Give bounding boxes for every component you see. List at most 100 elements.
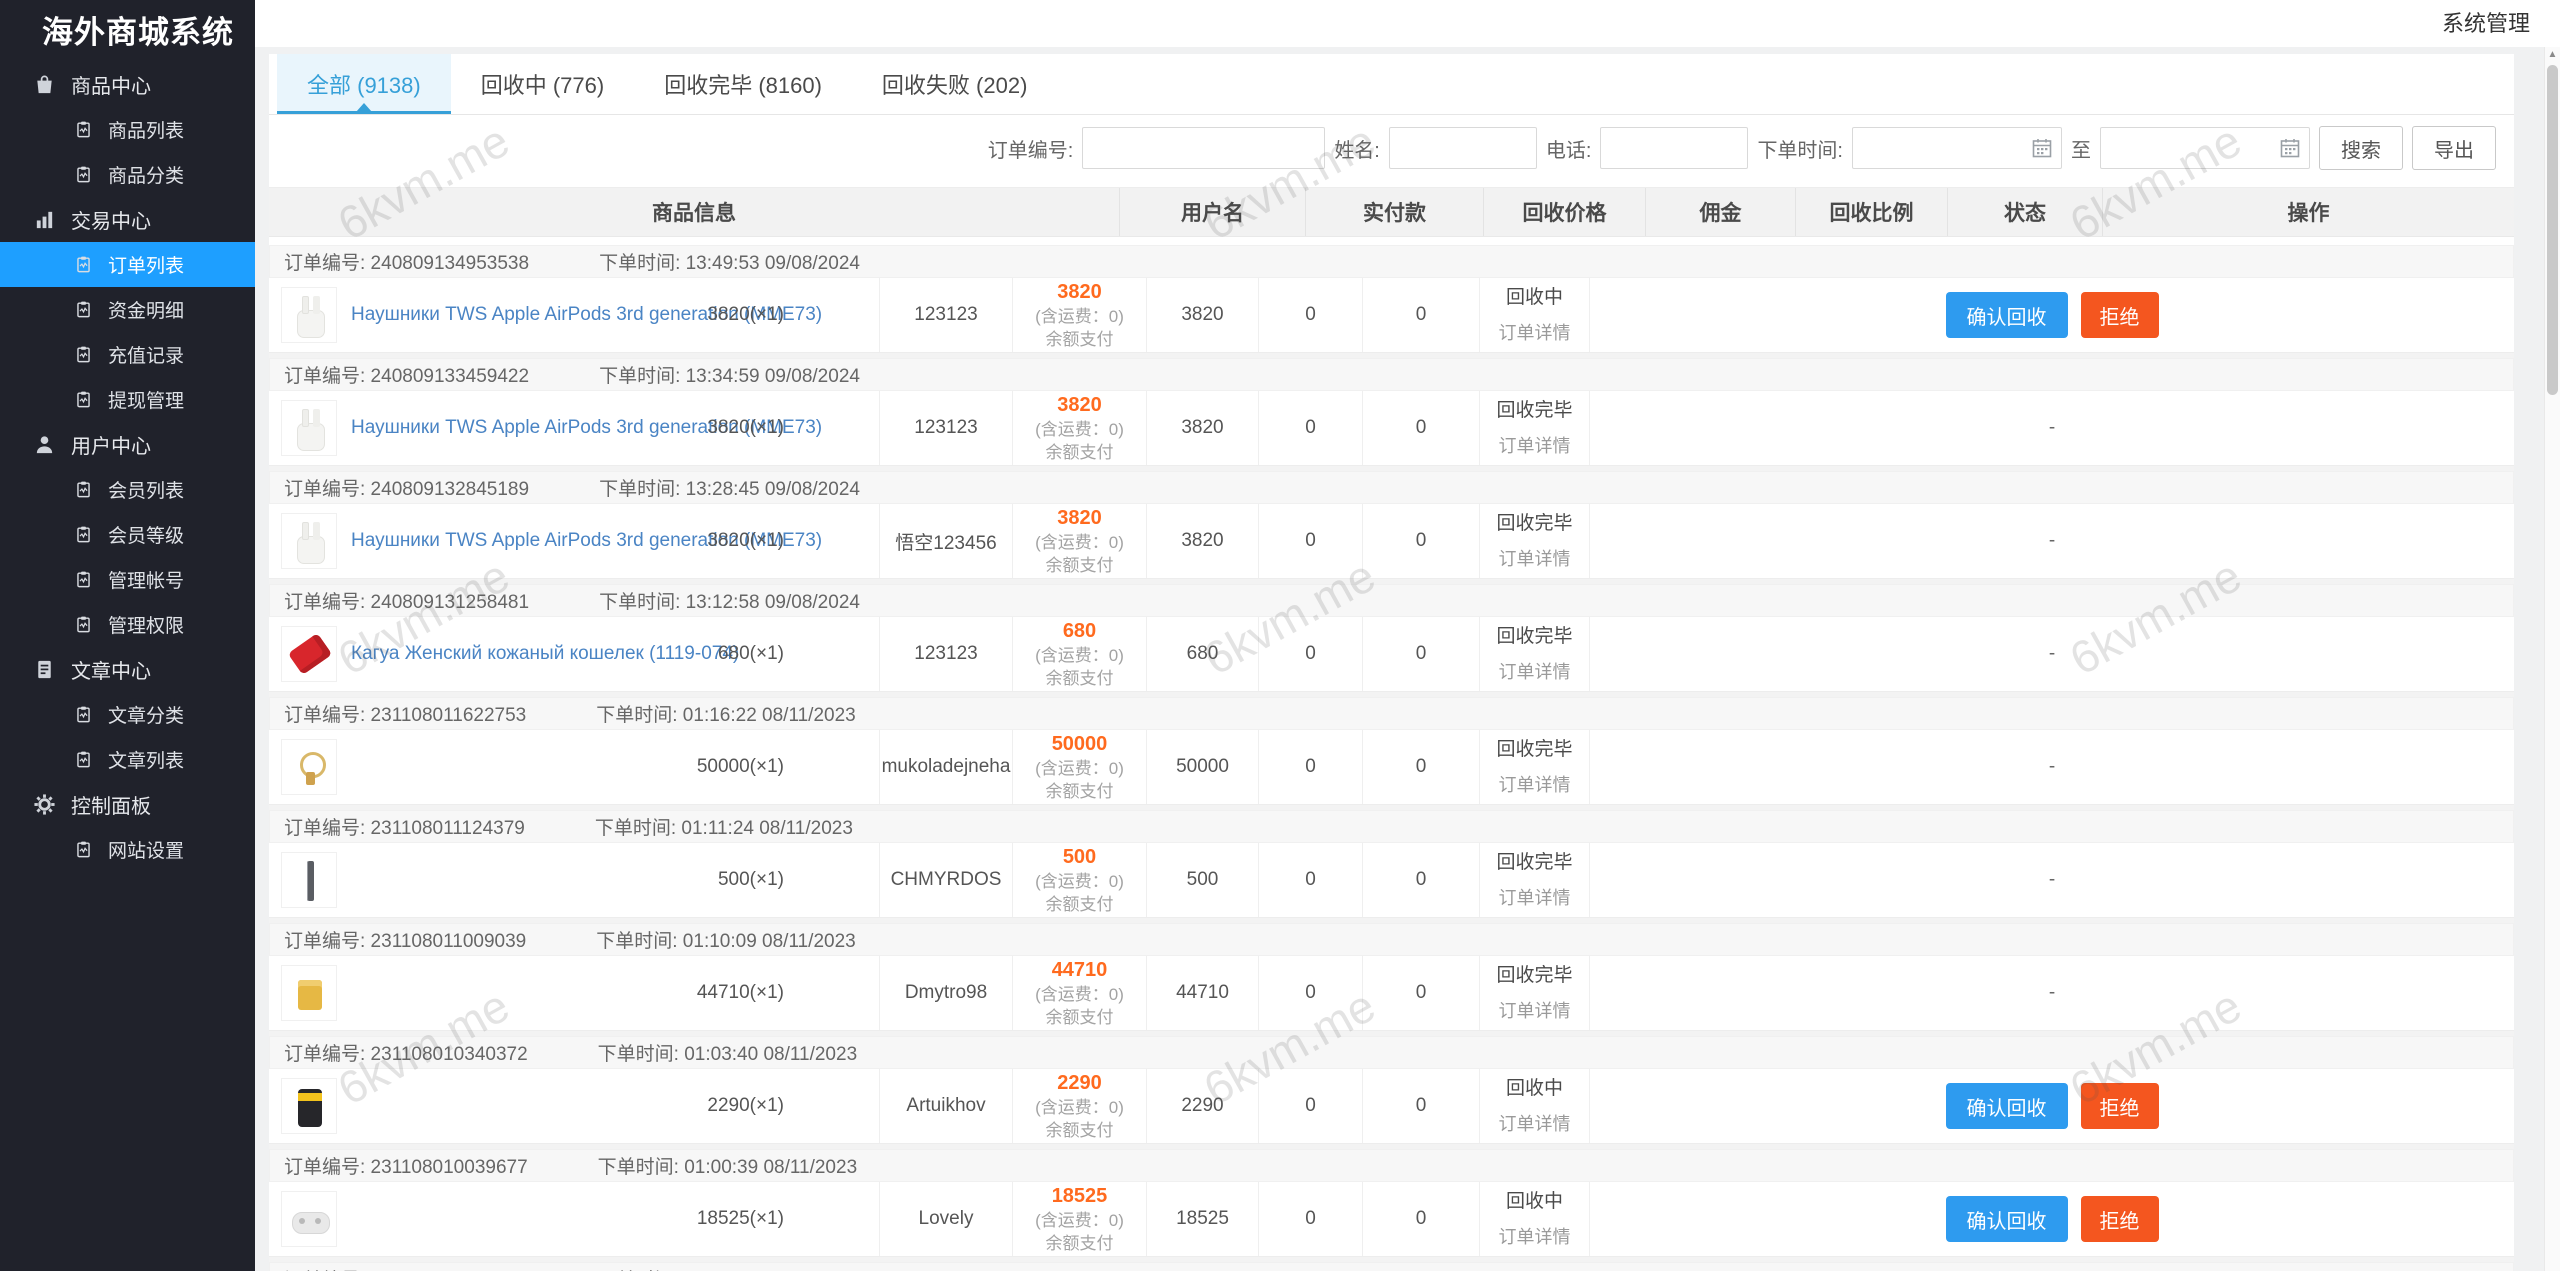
username: 悟空123456 (895, 532, 997, 554)
scroll-up-icon[interactable]: ▲ (2545, 47, 2560, 63)
commission: 0 (1305, 982, 1316, 1003)
product-qty: 680(×1) (717, 643, 784, 664)
sidebar-item-label: 交易中心 (71, 211, 151, 233)
clipboard-icon (71, 480, 95, 499)
scrollbar[interactable]: ▲ (2544, 47, 2560, 1271)
clipboard-icon (71, 300, 95, 319)
sidebar-item-资金明细[interactable]: 资金明细 (0, 287, 255, 332)
sidebar-item-用户中心[interactable]: 用户中心 (0, 422, 255, 467)
product-image (281, 1191, 337, 1247)
reject-button[interactable]: 拒绝 (2080, 292, 2159, 338)
column-header-回收比例: 回收比例 (1796, 188, 1948, 236)
order-strip: 订单编号: 240809132845189 下单时间: 13:28:45 09/0… (269, 471, 2514, 503)
calendar-icon[interactable] (2278, 136, 2302, 160)
sidebar-item-商品中心[interactable]: 商品中心 (0, 62, 255, 107)
sidebar-item-管理帐号[interactable]: 管理帐号 (0, 557, 255, 602)
recycle-ratio: 0 (1415, 417, 1427, 438)
name-input[interactable] (1388, 127, 1537, 169)
order-time: 下单时间: 13:12:58 09/08/2024 (599, 592, 860, 613)
order-no: 订单编号: 231108011009039 (284, 931, 527, 952)
recycle-ratio: 0 (1415, 869, 1427, 890)
confirm-recycle-button[interactable]: 确认回收 (1945, 1196, 2068, 1242)
export-button[interactable]: 导出 (2412, 126, 2496, 170)
order-time: 下单时间: 01:16:22 08/11/2023 (596, 705, 856, 726)
order-no-input[interactable] (1082, 127, 1326, 169)
status-text: 回收中 (1505, 1077, 1563, 1099)
phone-input[interactable] (1600, 127, 1749, 169)
order-detail-link[interactable]: 订单详情 (1499, 1223, 1571, 1249)
pay-method: 余额支付 (1045, 442, 1114, 462)
clipboard-icon (71, 615, 95, 634)
order-row: Наушники TWS Apple AirPods 3rd generatio… (269, 390, 2514, 466)
scroll-thumb[interactable] (2547, 65, 2558, 395)
tab-全部 (9138)[interactable]: 全部 (9138) (277, 54, 451, 114)
recycle-ratio: 0 (1415, 756, 1427, 777)
sidebar-item-交易中心[interactable]: 交易中心 (0, 197, 255, 242)
order-row: 50000(×1) mukoladejneha 50000 (含运费：0) 余额支付 50… (269, 729, 2514, 805)
order-no: 订单编号: 231108010340372 (284, 1044, 528, 1065)
name-label: 姓名: (1334, 139, 1380, 162)
user-icon (32, 433, 56, 456)
app-title: 海外商城系统 (42, 15, 234, 50)
no-action-dash: - (2048, 756, 2056, 777)
search-button[interactable]: 搜索 (2319, 126, 2403, 170)
recycle-price: 680 (1186, 643, 1219, 664)
tab-回收中 (776)[interactable]: 回收中 (776) (451, 54, 634, 114)
recycle-ratio: 0 (1415, 530, 1427, 551)
order-detail-link[interactable]: 订单详情 (1499, 997, 1571, 1023)
username: 123123 (914, 304, 978, 325)
sidebar-item-会员列表[interactable]: 会员列表 (0, 467, 255, 512)
order-time: 下单时间: 01:00:39 08/11/2023 (597, 1157, 858, 1178)
confirm-recycle-button[interactable]: 确认回收 (1945, 292, 2068, 338)
sidebar-item-商品列表[interactable]: 商品列表 (0, 107, 255, 152)
sidebar-item-订单列表[interactable]: 订单列表 (0, 242, 255, 287)
order-row: 2290(×1) Artuikhov 2290 (含运费：0) 余额支付 2290 0 0 回收… (269, 1068, 2514, 1144)
system-admin-menu[interactable]: 系统管理 (2442, 0, 2530, 47)
sidebar-item-文章中心[interactable]: 文章中心 (0, 647, 255, 692)
order-block: 订单编号: 231108005701687 下单时间: 00:57:01 08/1… (269, 1262, 2514, 1271)
column-header-用户名: 用户名 (1120, 188, 1306, 236)
paid-amount: 50000 (1051, 732, 1108, 755)
product-qty: 50000(×1) (696, 756, 784, 777)
order-detail-link[interactable]: 订单详情 (1499, 658, 1571, 684)
sidebar-item-会员等级[interactable]: 会员等级 (0, 512, 255, 557)
order-detail-link[interactable]: 订单详情 (1499, 884, 1571, 910)
sidebar-item-充值记录[interactable]: 充值记录 (0, 332, 255, 377)
sidebar-item-文章分类[interactable]: 文章分类 (0, 692, 255, 737)
product-image (281, 287, 337, 343)
sidebar-item-控制面板[interactable]: 控制面板 (0, 782, 255, 827)
doc-icon (32, 658, 56, 681)
calendar-icon[interactable] (2030, 136, 2054, 160)
tab-回收完毕 (8160)[interactable]: 回收完毕 (8160) (634, 54, 852, 114)
status-text: 回收中 (1505, 286, 1563, 308)
product-image (281, 626, 337, 682)
username: Dmytro98 (904, 982, 988, 1003)
reject-button[interactable]: 拒绝 (2080, 1196, 2159, 1242)
sidebar-item-管理权限[interactable]: 管理权限 (0, 602, 255, 647)
tab-回收失败 (202)[interactable]: 回收失败 (202) (852, 54, 1057, 114)
order-detail-link[interactable]: 订单详情 (1499, 545, 1571, 571)
sidebar-item-商品分类[interactable]: 商品分类 (0, 152, 255, 197)
product-qty: 3820(×1) (707, 530, 784, 551)
order-no: 订单编号: 231108011124379 (284, 818, 525, 839)
order-detail-link[interactable]: 订单详情 (1499, 1110, 1571, 1136)
pay-method: 余额支付 (1045, 329, 1114, 349)
sidebar-item-网站设置[interactable]: 网站设置 (0, 827, 255, 872)
recycle-price: 18525 (1176, 1208, 1229, 1229)
time-label: 下单时间: (1757, 139, 1843, 162)
pay-method: 余额支付 (1045, 555, 1114, 575)
sidebar-item-文章列表[interactable]: 文章列表 (0, 737, 255, 782)
recycle-price: 500 (1186, 869, 1219, 890)
orders-list: 订单编号: 240809134953538 下单时间: 13:49:53 09/0… (269, 245, 2514, 1271)
order-detail-link[interactable]: 订单详情 (1499, 771, 1571, 797)
status-text: 回收完毕 (1496, 964, 1573, 986)
recycle-ratio: 0 (1415, 1208, 1427, 1229)
order-row: Наушники TWS Apple AirPods 3rd generatio… (269, 503, 2514, 579)
reject-button[interactable]: 拒绝 (2080, 1083, 2159, 1129)
order-detail-link[interactable]: 订单详情 (1499, 432, 1571, 458)
username: Artuikhov (906, 1095, 986, 1116)
sidebar-item-提现管理[interactable]: 提现管理 (0, 377, 255, 422)
order-detail-link[interactable]: 订单详情 (1499, 319, 1571, 345)
product-link[interactable]: Кагуа Женский кожаный кошелек (1119-074) (351, 643, 739, 665)
confirm-recycle-button[interactable]: 确认回收 (1945, 1083, 2068, 1129)
